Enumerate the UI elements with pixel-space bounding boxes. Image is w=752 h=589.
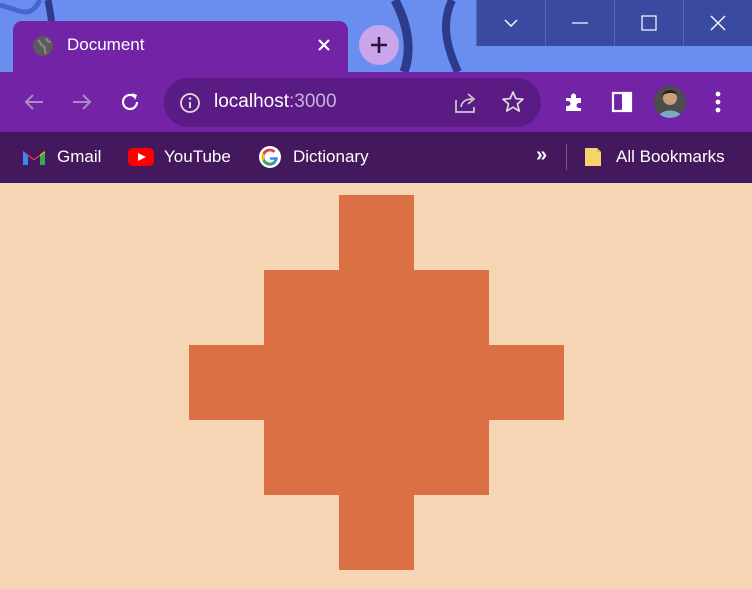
shape-cell xyxy=(339,495,414,570)
shape-cell xyxy=(264,420,339,495)
shape-cell xyxy=(339,420,414,495)
tab-document[interactable]: Document xyxy=(13,21,348,72)
side-panel-button[interactable] xyxy=(609,89,635,115)
plus-icon xyxy=(371,37,387,53)
tab-search-button[interactable] xyxy=(476,0,545,46)
forward-button[interactable] xyxy=(66,86,98,118)
window-controls xyxy=(476,0,752,46)
shape-cell xyxy=(414,345,489,420)
shape-cell xyxy=(339,195,414,270)
side-panel-icon xyxy=(611,91,633,113)
shape-cell xyxy=(414,270,489,345)
minimize-button[interactable] xyxy=(545,0,614,46)
bookmark-youtube[interactable]: YouTube xyxy=(128,144,231,170)
close-icon xyxy=(318,39,330,51)
shape-cell xyxy=(414,420,489,495)
address-bar[interactable]: localhost:3000 xyxy=(164,78,541,127)
browser-toolbar: localhost:3000 xyxy=(0,72,752,132)
reload-button[interactable] xyxy=(114,86,146,118)
bookmark-label: YouTube xyxy=(164,147,231,166)
title-bar: Document xyxy=(0,0,752,72)
share-icon[interactable] xyxy=(453,91,479,115)
avatar-image xyxy=(654,86,686,118)
shape-cell xyxy=(339,345,414,420)
shape-cell xyxy=(489,345,564,420)
maximize-button[interactable] xyxy=(614,0,683,46)
youtube-icon xyxy=(128,146,154,168)
globe-icon xyxy=(33,36,53,56)
chevron-down-icon xyxy=(504,19,518,27)
url-port: :3000 xyxy=(289,91,337,112)
page-viewport xyxy=(0,183,752,589)
close-icon xyxy=(710,15,726,31)
bookmark-gmail[interactable]: Gmail xyxy=(21,144,101,170)
bookmark-label: Gmail xyxy=(57,147,102,166)
shape-cell xyxy=(264,345,339,420)
more-vert-icon xyxy=(715,91,721,113)
bookmarks-overflow-button[interactable]: » xyxy=(536,144,547,167)
star-icon[interactable] xyxy=(501,90,525,114)
maximize-icon xyxy=(641,15,657,31)
shape-cell xyxy=(264,270,339,345)
profile-avatar[interactable] xyxy=(654,86,686,118)
bookmark-label: Dictionary xyxy=(293,147,369,166)
reload-icon xyxy=(121,93,139,111)
bookmarks-bar: Gmail YouTube Dictionary » All Bookmarks xyxy=(0,132,752,183)
arrow-left-icon xyxy=(24,94,43,110)
menu-button[interactable] xyxy=(705,89,731,115)
minimize-icon xyxy=(572,22,588,24)
arrow-right-icon xyxy=(73,94,92,110)
shape-cell xyxy=(339,270,414,345)
tab-title: Document xyxy=(67,35,145,54)
puzzle-icon xyxy=(566,93,581,111)
gmail-icon xyxy=(21,146,47,168)
close-window-button[interactable] xyxy=(683,0,752,46)
google-icon xyxy=(257,146,283,168)
shape-cell xyxy=(189,345,264,420)
all-bookmarks-button[interactable]: All Bookmarks xyxy=(580,144,725,170)
url-host: localhost xyxy=(214,91,289,112)
extensions-button[interactable] xyxy=(561,89,587,115)
new-tab-button[interactable] xyxy=(359,25,399,65)
all-bookmarks-label: All Bookmarks xyxy=(616,147,725,166)
folder-icon xyxy=(580,146,606,168)
info-icon[interactable] xyxy=(179,92,201,114)
back-button[interactable] xyxy=(18,86,50,118)
tab-close-button[interactable] xyxy=(312,33,336,57)
url-text[interactable]: localhost:3000 xyxy=(214,91,337,113)
bookmark-dictionary[interactable]: Dictionary xyxy=(257,144,369,170)
bookmarks-separator xyxy=(566,144,567,170)
